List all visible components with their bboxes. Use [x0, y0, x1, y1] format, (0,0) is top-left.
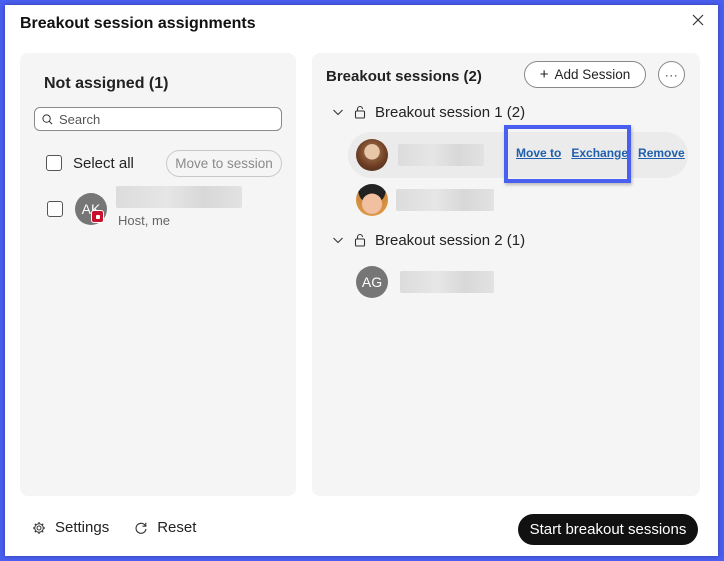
participant-row[interactable]: AK Host, me	[46, 186, 286, 236]
session-label: Breakout session 2 (1)	[375, 231, 526, 249]
session-member-row[interactable]	[348, 177, 688, 223]
more-options-button[interactable]: ···	[658, 61, 685, 88]
session-member-row[interactable]: AG	[348, 259, 688, 305]
add-session-button[interactable]: + Add Session	[524, 61, 646, 88]
search-field[interactable]	[34, 107, 282, 131]
lock-icon	[354, 105, 366, 119]
chevron-down-icon	[333, 237, 343, 244]
breakout-assignments-dialog: Breakout session assignments Not assigne…	[5, 5, 718, 556]
avatar: AG	[356, 266, 388, 298]
member-name-redacted	[398, 144, 484, 166]
chevron-down-icon	[333, 109, 343, 116]
more-icon: ···	[664, 67, 679, 82]
member-name-redacted	[396, 189, 494, 211]
plus-icon: +	[539, 66, 549, 83]
close-button[interactable]	[690, 12, 706, 28]
participant-checkbox[interactable]	[47, 201, 63, 217]
member-actions: Move to Exchange Remove	[516, 146, 685, 160]
participant-role: Host, me	[118, 213, 171, 228]
add-session-label: Add Session	[554, 67, 631, 82]
start-breakout-sessions-button[interactable]: Start breakout sessions	[518, 514, 698, 545]
gear-icon	[33, 521, 45, 534]
not-assigned-heading: Not assigned (1)	[44, 75, 169, 92]
breakout-sessions-panel: Breakout sessions (2) + Add Session ··· …	[312, 53, 700, 496]
not-assigned-panel: Not assigned (1) Select all Move to sess…	[20, 53, 296, 496]
select-all-checkbox[interactable]	[46, 155, 62, 171]
session-header-2[interactable]: Breakout session 2 (1)	[332, 229, 525, 251]
participant-name-redacted	[116, 186, 242, 208]
session-header-1[interactable]: Breakout session 1 (2)	[332, 101, 525, 123]
lock-icon	[354, 233, 366, 247]
settings-label: Settings	[55, 519, 110, 536]
session-label: Breakout session 1 (2)	[375, 103, 526, 121]
member-name-redacted	[400, 271, 494, 293]
settings-button[interactable]: Settings	[32, 519, 109, 536]
host-badge-icon	[91, 210, 104, 223]
move-to-link[interactable]: Move to	[516, 146, 561, 160]
breakout-sessions-heading: Breakout sessions (2)	[326, 68, 482, 85]
dialog-title: Breakout session assignments	[20, 15, 256, 32]
reset-button[interactable]: Reset	[134, 519, 196, 536]
reset-icon	[135, 522, 147, 534]
search-icon	[42, 113, 53, 124]
session-member-row[interactable]: Move to Exchange Remove	[348, 132, 688, 178]
reset-label: Reset	[157, 519, 197, 536]
avatar-photo	[356, 139, 388, 171]
avatar-initials: AG	[361, 274, 383, 290]
remove-link[interactable]: Remove	[638, 146, 685, 160]
close-icon	[692, 14, 704, 26]
move-to-session-button[interactable]: Move to session	[166, 150, 282, 177]
search-input[interactable]	[59, 111, 259, 127]
select-all-row: Select all	[46, 149, 134, 177]
select-all-label: Select all	[73, 154, 134, 172]
exchange-link[interactable]: Exchange	[571, 146, 628, 160]
footer-actions: Settings Reset	[32, 519, 196, 536]
avatar-photo	[356, 184, 388, 216]
